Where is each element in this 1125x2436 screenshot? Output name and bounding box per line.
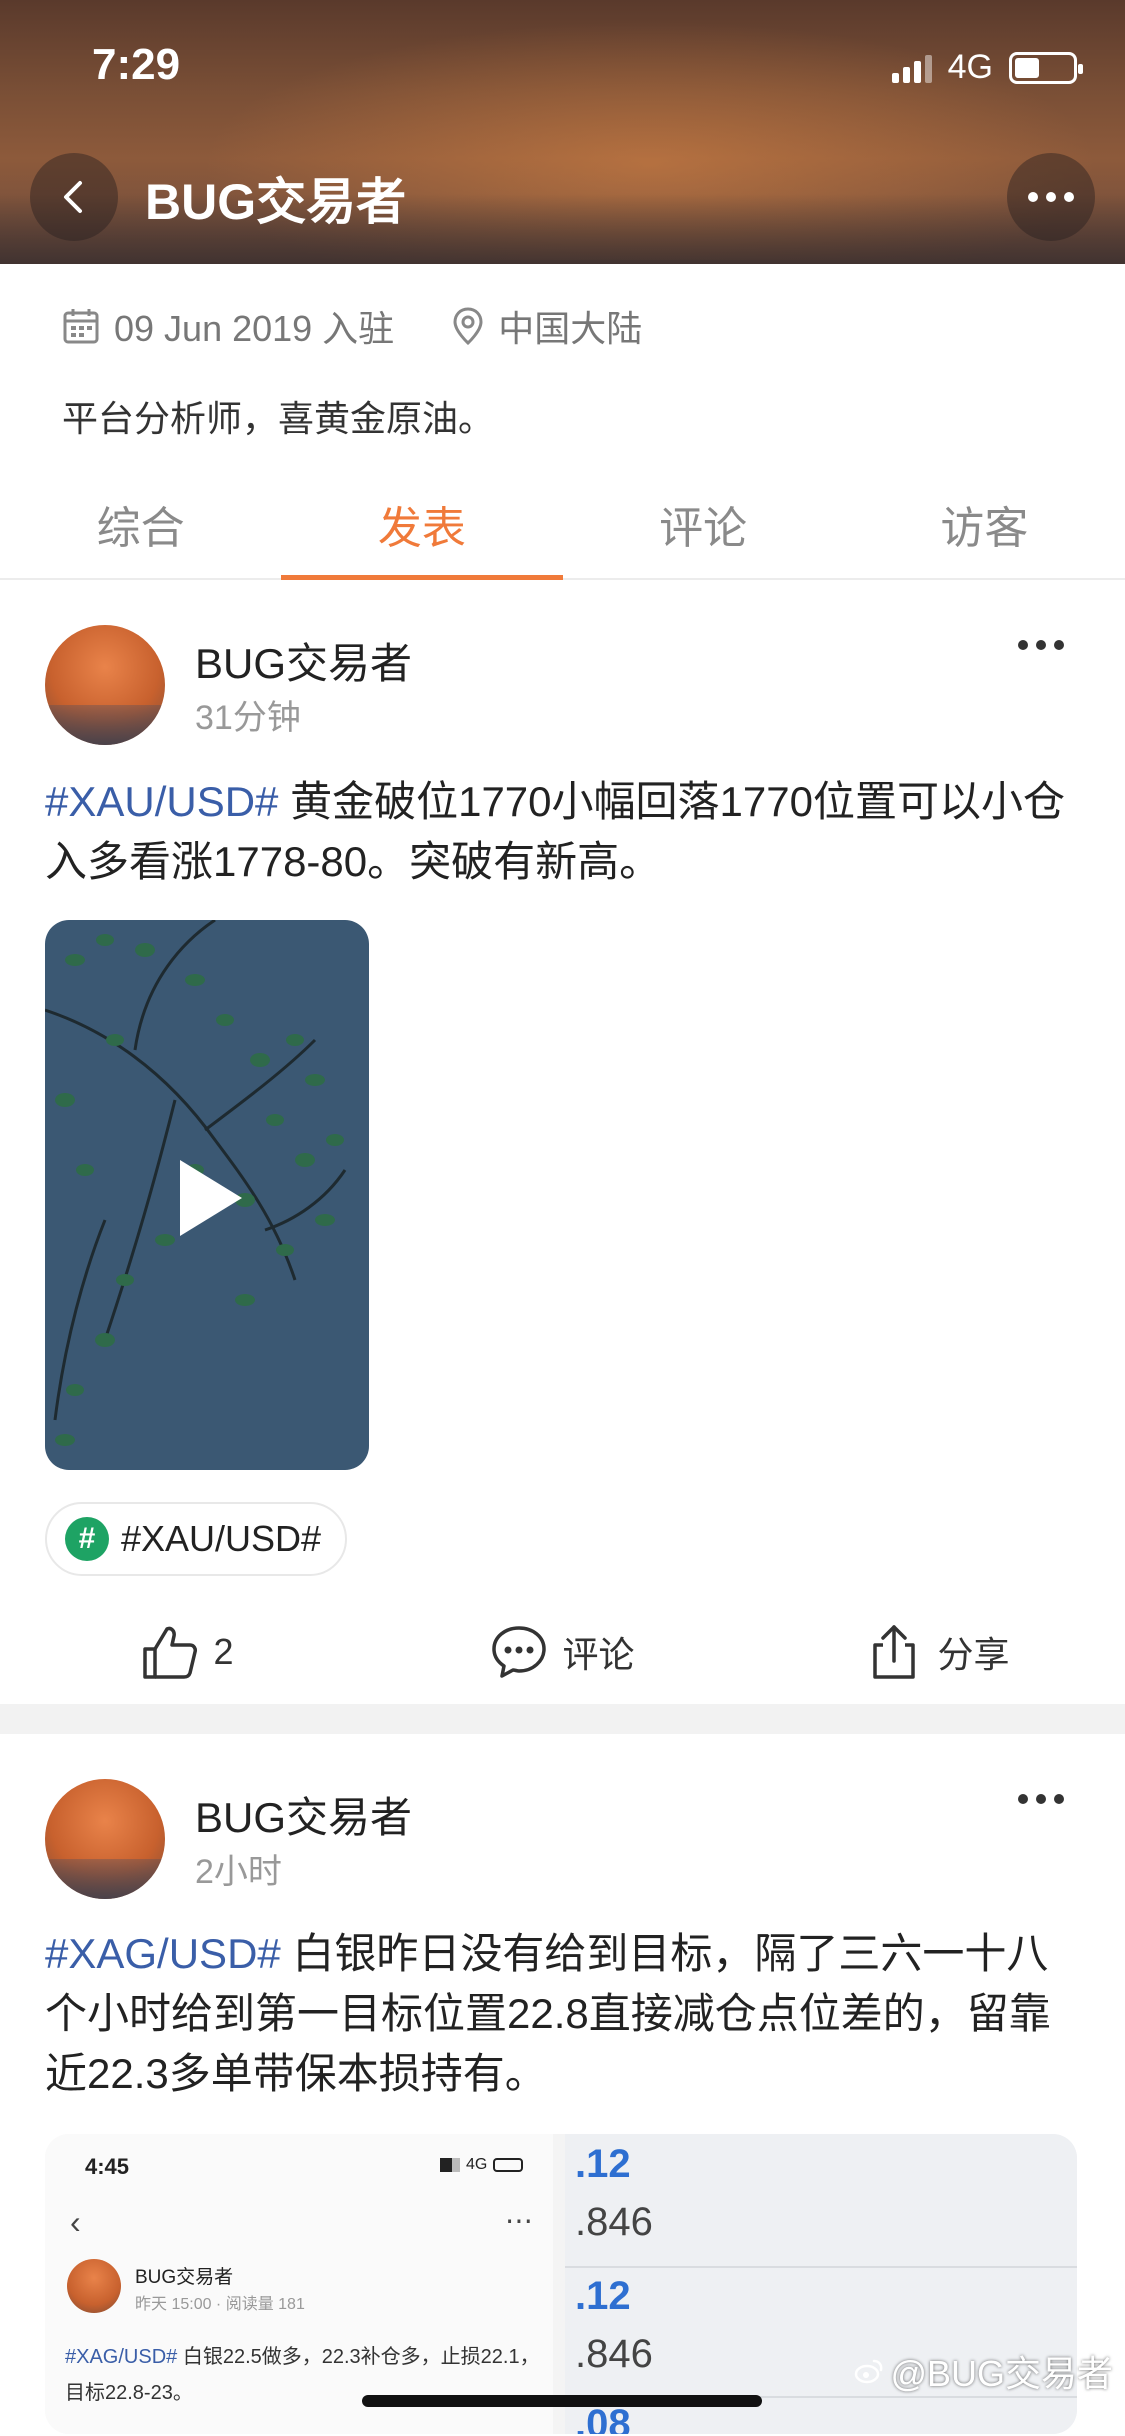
post-card: BUG交易者 2小时 #XAG/USD# 白银昨日没有给到目标，隔了三六一十八个… <box>0 1734 1125 2436</box>
comment-label: 评论 <box>562 1634 635 1675</box>
tab-comments[interactable]: 评论 <box>563 470 844 578</box>
more-options-button[interactable] <box>1007 153 1095 241</box>
share-icon <box>873 1625 916 1679</box>
video-thumbnail[interactable] <box>45 920 369 1470</box>
tab-visitors[interactable]: 访客 <box>844 470 1125 578</box>
avatar[interactable] <box>45 1779 165 1899</box>
profile-meta: 09 Jun 2019 入驻 中国大陆 <box>62 300 642 352</box>
signal-icon <box>891 53 932 83</box>
thumbs-up-icon <box>143 1626 198 1679</box>
quote-divider <box>565 2266 1077 2268</box>
post-more-button[interactable] <box>1017 1766 1065 1816</box>
profile-bio: 平台分析师，喜黄金原油。 <box>62 398 495 439</box>
more-dots-icon <box>1018 1794 1064 1804</box>
embedded-network: 4G <box>466 2156 488 2173</box>
status-icons: 4G <box>891 48 1083 87</box>
topic-tag[interactable]: # #XAU/USD# <box>45 1502 348 1576</box>
quote-value: .846 <box>575 2200 653 2244</box>
tab-overview[interactable]: 综合 <box>0 470 281 578</box>
page-title: BUG交易者 <box>145 174 407 230</box>
avatar[interactable] <box>45 625 165 745</box>
quote-value: .846 <box>575 2332 653 2376</box>
comment-bubble-icon <box>492 1626 547 1678</box>
embedded-time: 4:45 <box>85 2154 130 2179</box>
location-pin-icon <box>453 307 483 346</box>
more-dots-icon <box>1028 192 1074 202</box>
post-actions: 2 评论 分享 <box>0 1607 1125 1697</box>
post-time: 31分钟 <box>195 699 301 737</box>
tab-posts[interactable]: 发表 <box>281 470 563 580</box>
calendar-icon <box>63 309 99 344</box>
watermark: @BUG交易者 <box>854 2345 1113 2397</box>
post-author[interactable]: BUG交易者 <box>195 630 412 691</box>
status-time: 7:29 <box>92 40 181 89</box>
post-card: BUG交易者 31分钟 #XAU/USD# 黄金破位1770小幅回落1770位置… <box>0 582 1125 1702</box>
like-count: 2 <box>213 1631 234 1672</box>
embedded-more-icon: ⋯ <box>505 2205 533 2236</box>
share-label: 分享 <box>937 1634 1010 1675</box>
post-content: #XAG/USD# 白银昨日没有给到目标，隔了三六一十八个小时给到第一目标位置2… <box>45 1924 1085 2104</box>
embedded-signal-icon <box>440 2158 460 2172</box>
quote-value: .12 <box>575 2274 631 2318</box>
battery-icon <box>1009 51 1083 84</box>
share-button[interactable]: 分享 <box>750 1607 1125 1697</box>
embedded-battery-icon <box>493 2158 524 2172</box>
joined-date: 09 Jun 2019 入驻 <box>114 308 395 349</box>
embedded-screenshot: 4:45 4G ‹ ⋯ BUG交易者 昨天 15:00 · 阅读量 181 #X… <box>45 2134 553 2434</box>
location-text: 中国大陆 <box>498 308 643 349</box>
embedded-meta: 昨天 15:00 · 阅读量 181 <box>135 2296 305 2313</box>
like-button[interactable]: 2 <box>0 1607 375 1697</box>
embedded-status-icons: 4G <box>440 2156 524 2174</box>
quote-value: .12 <box>575 2142 631 2186</box>
topic-label: #XAU/USD# <box>121 1518 322 1559</box>
network-label: 4G <box>947 48 993 86</box>
post-time: 2小时 <box>195 1853 282 1891</box>
home-indicator[interactable] <box>362 2395 762 2407</box>
embedded-avatar <box>67 2259 121 2313</box>
post-more-button[interactable] <box>1017 612 1065 662</box>
post-divider <box>0 1704 1125 1734</box>
play-icon[interactable] <box>180 1160 242 1236</box>
post-content: #XAU/USD# 黄金破位1770小幅回落1770位置可以小仓入多看涨1778… <box>45 772 1085 892</box>
embedded-hashtag: #XAG/USD# <box>65 2346 178 2368</box>
back-button[interactable] <box>30 153 118 241</box>
post-hashtag[interactable]: #XAG/USD# <box>45 1930 281 1977</box>
more-dots-icon <box>1018 640 1064 650</box>
profile-tabs: 综合 发表 评论 访客 <box>0 470 1125 580</box>
post-hashtag[interactable]: #XAU/USD# <box>45 778 278 825</box>
embedded-back-icon: ‹ <box>70 2204 81 2240</box>
hashtag-icon: # <box>65 1517 109 1561</box>
weibo-logo-icon <box>855 2359 883 2384</box>
comment-button[interactable]: 评论 <box>375 1607 750 1697</box>
chevron-left-icon <box>64 181 82 213</box>
embedded-author: BUG交易者 <box>135 2267 234 2288</box>
watermark-text: @BUG交易者 <box>890 2353 1113 2394</box>
post-author[interactable]: BUG交易者 <box>195 1784 412 1845</box>
